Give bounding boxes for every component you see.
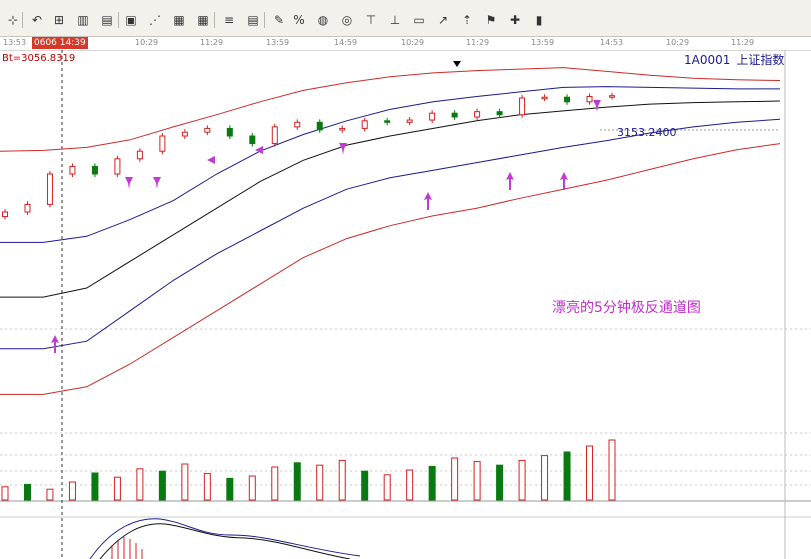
candle-body — [541, 96, 548, 100]
volume-bar — [518, 459, 526, 501]
volume-bar — [473, 461, 481, 501]
candle-body — [451, 112, 458, 118]
candle-body — [24, 203, 31, 213]
candle-body — [136, 150, 143, 160]
signal-arrow-icon — [593, 100, 601, 112]
volume-bar — [203, 473, 211, 501]
candle-body — [294, 121, 301, 128]
candle-body — [496, 111, 503, 116]
candle-body — [271, 126, 278, 145]
indicator-line — [99, 523, 351, 559]
volume-bar — [136, 468, 144, 501]
candle-body — [361, 120, 368, 129]
candle-body — [249, 135, 256, 145]
signal-arrow-icon — [207, 156, 215, 164]
candle-body — [474, 111, 481, 118]
volume-bar — [541, 455, 549, 501]
candle-body — [429, 112, 436, 121]
candle-body — [159, 135, 166, 152]
volume-bar — [158, 470, 166, 501]
candle-body — [226, 127, 233, 137]
volume-bar — [361, 470, 369, 501]
candle-body — [609, 95, 615, 98]
volume-bar — [113, 476, 121, 501]
signal-arrow-icon — [339, 143, 347, 155]
volume-bar — [316, 464, 324, 501]
chart-caption: 漂亮的5分钟极反通道图 — [552, 300, 701, 316]
volume-bar — [428, 465, 436, 501]
candle-body — [46, 173, 53, 205]
candle-body — [181, 131, 188, 137]
candle-body — [519, 97, 526, 116]
volume-bar — [406, 469, 414, 501]
last-price-label: 3153.2400 — [617, 126, 677, 139]
volume-bar — [338, 459, 346, 501]
index-label: 1A0001 上证指数 — [684, 51, 790, 68]
volume-bar — [181, 463, 189, 501]
candle-body — [406, 119, 413, 123]
candle-body — [69, 165, 76, 175]
candle-body — [384, 120, 391, 123]
volume-bar — [1, 486, 9, 501]
volume-bar — [248, 475, 256, 501]
volume-bar — [496, 464, 504, 501]
candlestick-chart[interactable] — [0, 0, 811, 559]
signal-arrow-icon — [125, 177, 133, 189]
volume-bar — [46, 488, 54, 501]
index-name: 上证指数 — [736, 53, 785, 67]
signal-arrow-icon — [560, 172, 568, 190]
volume-bar — [226, 477, 234, 501]
volume-bar — [68, 481, 76, 501]
volume-bar — [271, 466, 279, 501]
candle-body — [91, 165, 98, 175]
volume-bar — [586, 445, 594, 501]
candle-body — [586, 95, 593, 103]
signal-arrow-icon — [506, 172, 514, 190]
signal-arrow-icon — [153, 177, 161, 189]
volume-bar — [383, 474, 391, 501]
candle-body — [339, 127, 346, 131]
signal-arrow-icon — [424, 192, 432, 210]
volume-bar — [91, 472, 99, 501]
candle-body — [564, 96, 571, 103]
volume-bar — [451, 457, 459, 501]
volume-bar — [563, 451, 571, 501]
volume-bar — [23, 483, 31, 501]
volume-bar — [293, 462, 301, 501]
candle-body — [114, 158, 121, 175]
candle-body — [316, 121, 323, 131]
position-marker-icon — [453, 61, 461, 67]
candle-body — [2, 211, 8, 218]
signal-arrow-icon — [51, 335, 59, 353]
price-readout: Bt=3056.8319 — [2, 53, 76, 64]
index-code: 1A0001 — [684, 53, 731, 67]
volume-bar — [608, 439, 616, 501]
candle-body — [204, 127, 211, 133]
